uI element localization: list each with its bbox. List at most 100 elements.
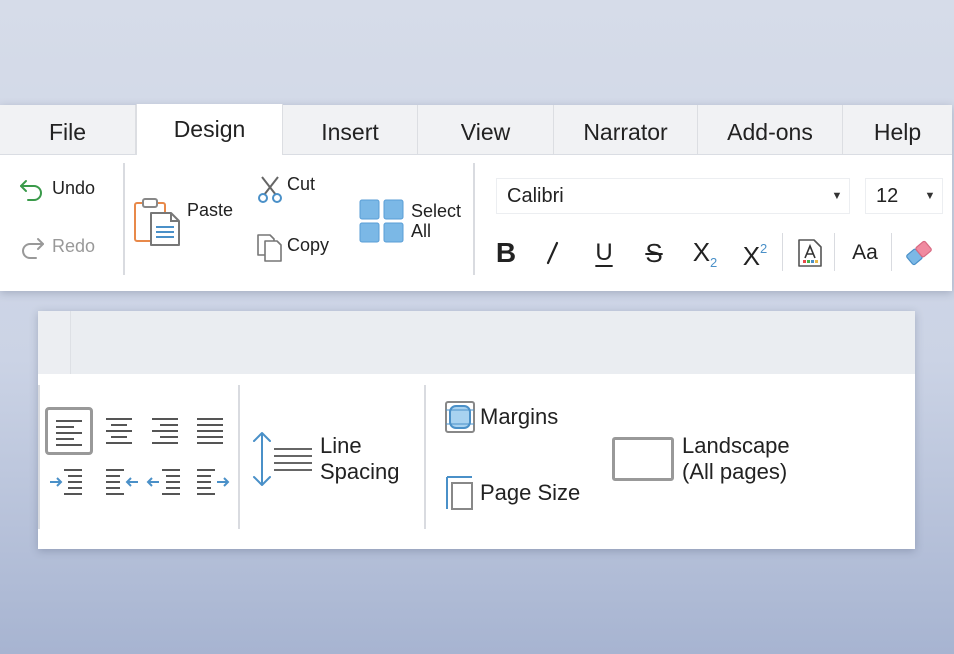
undo-button[interactable]: Undo [18, 175, 95, 201]
tab-label: Help [873, 119, 922, 145]
landscape-icon [612, 437, 674, 481]
tab-label: Add-ons [727, 119, 813, 145]
chevron-down-icon: ▼ [924, 190, 936, 202]
line-spacing-icon [253, 432, 312, 486]
indent-increase-icon[interactable] [48, 467, 84, 497]
select-all-label-line1: Select [411, 201, 462, 221]
select-all-label-line2: All [411, 221, 432, 241]
subscript-digit: 2 [710, 254, 718, 270]
underline-button[interactable]: U [588, 233, 620, 273]
eraser-icon [906, 240, 932, 266]
page-size-icon [446, 476, 473, 510]
line-spacing-button[interactable]: Line Spacing [250, 429, 400, 489]
tab-file[interactable]: File [0, 105, 136, 154]
ribbon-bottom: Line Spacing Margins Page Size Landscape… [38, 311, 915, 549]
strikethrough-icon: S [645, 237, 663, 268]
page-size-button[interactable]: Page Size [444, 475, 580, 511]
group-separator [238, 385, 240, 529]
superscript-x: X [742, 240, 761, 271]
cut-button[interactable]: Cut [258, 173, 316, 203]
margins-button[interactable]: Margins [444, 400, 558, 434]
underline-icon: U [595, 239, 613, 266]
redo-icon [22, 238, 44, 259]
line-spacing-label-line2: Spacing [320, 459, 400, 484]
scissors-icon [258, 176, 282, 203]
margins-label: Margins [480, 404, 559, 429]
font-family-select[interactable]: Calibri ▼ [496, 178, 850, 214]
subscript-icon: X2 [693, 237, 718, 270]
font-family-value: Calibri [507, 184, 564, 207]
italic-icon [546, 241, 559, 265]
text-color-button[interactable] [794, 233, 826, 273]
tab-label: View [460, 119, 511, 145]
redo-label: Redo [52, 235, 96, 256]
align-left-icon [56, 420, 82, 446]
line-spacing-label: Line Spacing [320, 433, 400, 485]
cut-label: Cut [287, 173, 316, 194]
align-justify-icon[interactable] [195, 415, 225, 445]
tab-label: File [48, 119, 87, 145]
tab-insert[interactable]: Insert [283, 105, 418, 154]
tab-secondary[interactable] [38, 311, 71, 374]
copy-icon [257, 234, 282, 262]
tab-design[interactable]: Design [136, 104, 283, 155]
orientation-button[interactable]: Landscape (All pages) [612, 433, 790, 485]
orientation-label: Landscape (All pages) [682, 433, 790, 485]
tab-label: Design [173, 116, 246, 142]
line-spacing-label-line1: Line [320, 433, 362, 458]
margins-icon [445, 401, 475, 433]
change-case-icon: Aa [852, 241, 878, 264]
outdent-right-icon[interactable] [146, 467, 182, 497]
clear-format-button[interactable] [902, 233, 936, 273]
paste-icon [134, 198, 180, 246]
format-separator [834, 233, 835, 271]
tab-bar: File Design Insert View Narrator Add-ons… [0, 104, 952, 155]
align-right-icon[interactable] [150, 415, 180, 445]
subscript-x: X [692, 236, 711, 267]
copy-button[interactable]: Copy [256, 233, 329, 263]
font-size-select[interactable]: 12 ▼ [865, 178, 943, 214]
subscript-button[interactable]: X2 [686, 233, 724, 273]
text-color-icon [798, 239, 822, 267]
page-size-label: Page Size [480, 480, 581, 505]
bold-button[interactable]: B [490, 233, 522, 273]
superscript-icon: X2 [743, 241, 768, 272]
font-size-value: 12 [876, 184, 899, 207]
copy-label: Copy [287, 234, 330, 255]
bold-icon: B [495, 237, 517, 268]
group-separator [473, 163, 475, 275]
format-separator [891, 233, 892, 271]
tab-help[interactable]: Help [843, 105, 952, 154]
paste-button[interactable]: Paste [133, 195, 233, 247]
tab-bar-secondary [38, 311, 915, 374]
italic-button[interactable] [537, 233, 569, 273]
ribbon-top: File Design Insert View Narrator Add-ons… [0, 104, 952, 291]
tab-add-ons[interactable]: Add-ons [698, 105, 843, 154]
indent-right-icon[interactable] [195, 467, 231, 497]
orientation-label-line2: (All pages) [682, 459, 788, 484]
undo-icon [20, 180, 42, 201]
select-all-label: Select All [411, 201, 461, 241]
superscript-digit: 2 [760, 240, 768, 256]
tab-label: Narrator [583, 119, 668, 145]
align-center-icon[interactable] [104, 415, 134, 445]
group-separator [424, 385, 426, 529]
align-left-button[interactable] [45, 407, 93, 455]
outdent-left-icon[interactable] [104, 467, 140, 497]
select-all-icon [359, 199, 404, 243]
paste-label: Paste [187, 199, 234, 220]
orientation-label-line1: Landscape [682, 433, 790, 458]
undo-label: Undo [52, 177, 96, 198]
tab-view[interactable]: View [418, 105, 554, 154]
group-separator [38, 385, 40, 529]
strikethrough-button[interactable]: S [638, 233, 670, 273]
chevron-down-icon: ▼ [831, 190, 843, 202]
redo-button[interactable]: Redo [18, 233, 95, 259]
superscript-button[interactable]: X2 [736, 233, 774, 273]
group-separator [123, 163, 125, 275]
format-separator [782, 233, 783, 271]
change-case-button[interactable]: Aa [846, 233, 884, 273]
tab-label: Insert [321, 119, 379, 145]
tab-narrator[interactable]: Narrator [554, 105, 698, 154]
select-all-button[interactable]: Select All [359, 199, 461, 243]
